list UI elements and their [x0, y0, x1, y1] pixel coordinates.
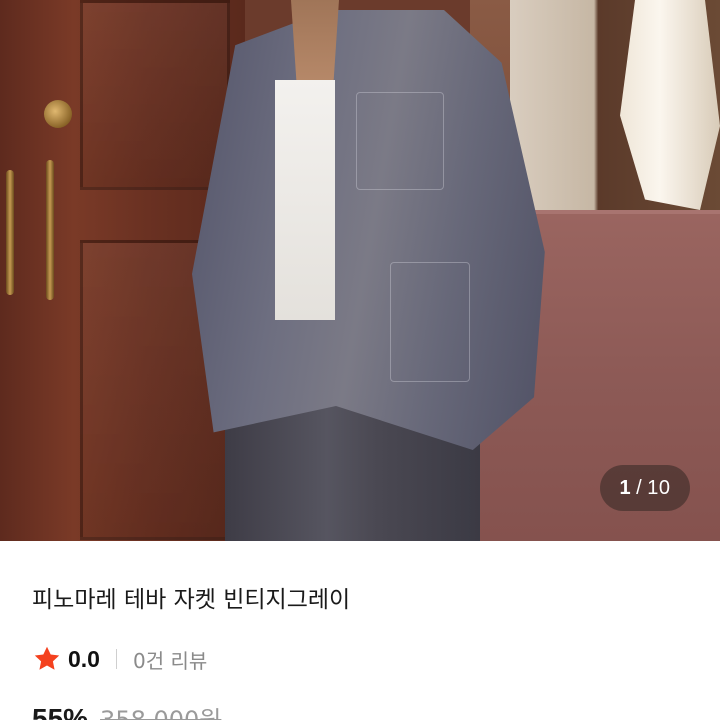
product-title: 피노마레 테바 자켓 빈티지그레이: [32, 587, 351, 613]
rating-row[interactable]: 0.0 0건 리뷰: [32, 644, 207, 674]
door-knob: [44, 100, 72, 128]
review-count-link[interactable]: 0건 리뷰: [133, 645, 207, 674]
door-panel: [80, 0, 230, 190]
page-current: 1: [619, 476, 632, 499]
original-price: 358,000원: [100, 706, 222, 720]
product-image[interactable]: 1 / 10: [0, 0, 720, 541]
model-shirt: [275, 80, 335, 320]
door-handle: [6, 170, 14, 295]
jacket-side-pocket: [390, 262, 470, 382]
star-icon: [34, 646, 60, 670]
door-handle: [46, 160, 54, 300]
jacket-chest-pocket: [356, 92, 444, 190]
page-separator: /: [636, 476, 643, 499]
discount-rate: 55%: [32, 703, 89, 720]
model-jacket: [192, 10, 545, 450]
rating-divider: [115, 649, 117, 669]
image-page-counter: 1 / 10: [600, 465, 690, 511]
page-total: 10: [647, 476, 671, 499]
rating-value: 0.0: [68, 645, 100, 672]
price-row: 55% 358,000원: [32, 700, 221, 720]
